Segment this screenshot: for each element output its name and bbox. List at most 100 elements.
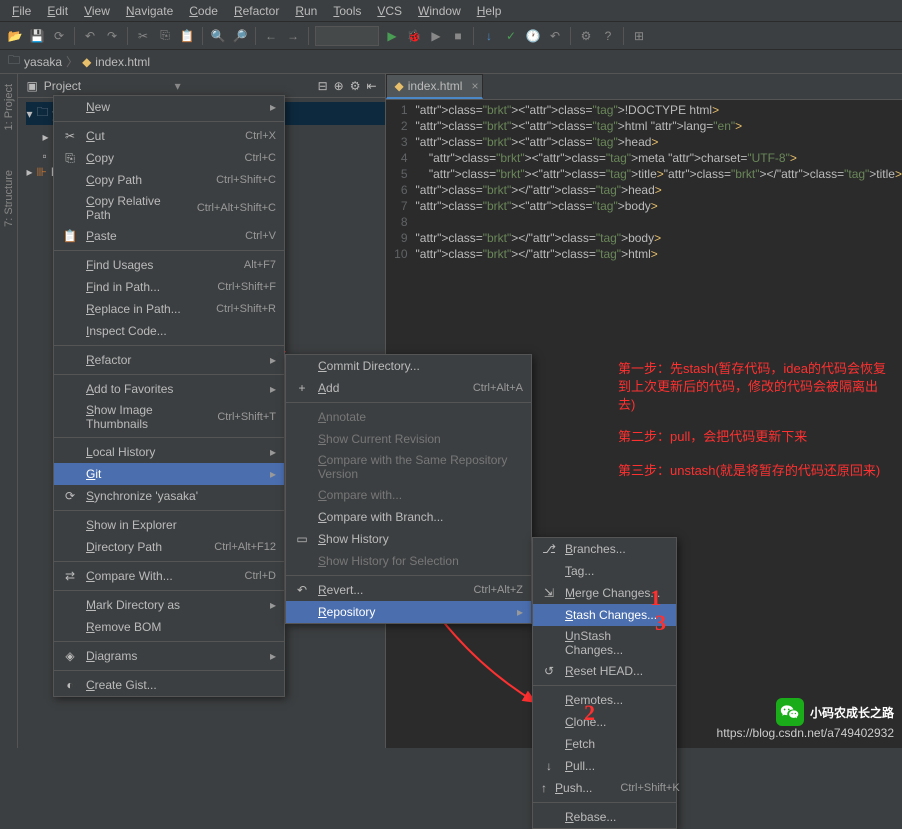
menu-item-branches[interactable]: ⎇Branches... <box>533 538 676 560</box>
structure-icon[interactable]: ⊞ <box>630 27 648 45</box>
locate-icon[interactable]: ⊕ <box>334 79 344 93</box>
menu-view[interactable]: View <box>76 2 118 20</box>
menu-navigate[interactable]: Navigate <box>118 2 181 20</box>
menu-run[interactable]: Run <box>287 2 325 20</box>
expand-icon[interactable]: ▾ <box>26 107 32 121</box>
menu-help[interactable]: Help <box>469 2 510 20</box>
menu-item-reset-head[interactable]: ↺Reset HEAD... <box>533 660 676 682</box>
menu-item-find-usages[interactable]: Find UsagesAlt+F7 <box>54 254 284 276</box>
menu-item-paste[interactable]: 📋PasteCtrl+V <box>54 225 284 247</box>
menu-item-diagrams[interactable]: ◈Diagrams▸ <box>54 645 284 667</box>
settings-icon[interactable]: ⚙ <box>577 27 595 45</box>
menu-vcs[interactable]: VCS <box>369 2 410 20</box>
breadcrumb-folder[interactable]: yasaka <box>24 55 62 69</box>
menu-item-pull[interactable]: ↓Pull... <box>533 755 676 777</box>
menu-item-repository[interactable]: Repository▸ <box>286 601 531 623</box>
watermark-title: 小码农成长之路 <box>810 704 894 721</box>
red-number-3: 3 <box>655 610 666 636</box>
forward-icon[interactable]: → <box>284 27 302 45</box>
menu-refactor[interactable]: Refactor <box>226 2 287 20</box>
menu-item-cut[interactable]: ✂CutCtrl+X <box>54 125 284 147</box>
menu-item-compare-with[interactable]: ⇄Compare With...Ctrl+D <box>54 565 284 587</box>
redo-icon[interactable]: ↷ <box>103 27 121 45</box>
breadcrumb-file[interactable]: index.html <box>95 55 150 69</box>
find-icon[interactable]: 🔍 <box>209 27 227 45</box>
menu-item-show-current-revision: Show Current Revision <box>286 428 531 450</box>
menu-item-show-history[interactable]: ▭Show History <box>286 528 531 550</box>
expand-icon[interactable]: ▸ <box>42 130 48 144</box>
menu-item-compare-with-branch[interactable]: Compare with Branch... <box>286 506 531 528</box>
menu-item-fetch[interactable]: Fetch <box>533 733 676 755</box>
run-config-combo[interactable] <box>315 26 379 46</box>
refresh-icon[interactable]: ⟳ <box>50 27 68 45</box>
menu-item-revert[interactable]: ↶Revert...Ctrl+Alt+Z <box>286 579 531 601</box>
menu-item-copy-path[interactable]: Copy PathCtrl+Shift+C <box>54 169 284 191</box>
vcs-update-icon[interactable]: ↓ <box>480 27 498 45</box>
back-icon[interactable]: ← <box>262 27 280 45</box>
menu-file[interactable]: File <box>4 2 39 20</box>
paste-icon[interactable]: 📋 <box>178 27 196 45</box>
help-icon[interactable]: ? <box>599 27 617 45</box>
watermark-url: https://blog.csdn.net/a749402932 <box>717 726 894 740</box>
menu-item-replace-in-path[interactable]: Replace in Path...Ctrl+Shift+R <box>54 298 284 320</box>
save-icon[interactable]: 💾 <box>28 27 46 45</box>
menu-item-tag[interactable]: Tag... <box>533 560 676 582</box>
chevron-right-icon: ▸ <box>270 598 276 612</box>
menu-code[interactable]: Code <box>181 2 226 20</box>
coverage-icon[interactable]: ▶ <box>427 27 445 45</box>
left-tool-gutter: 1: Project 7: Structure <box>0 74 18 748</box>
menu-item-git[interactable]: Git▸ <box>54 463 284 485</box>
menu-item-refactor[interactable]: Refactor▸ <box>54 349 284 371</box>
menu-item-local-history[interactable]: Local History▸ <box>54 441 284 463</box>
menu-item-synchronize-yasaka[interactable]: ⟳Synchronize 'yasaka' <box>54 485 284 507</box>
chevron-down-icon[interactable]: ▾ <box>175 79 181 93</box>
menu-item-copy-relative-path[interactable]: Copy Relative PathCtrl+Alt+Shift+C <box>54 191 284 225</box>
replace-icon[interactable]: 🔎 <box>231 27 249 45</box>
menu-item-show-image-thumbnails[interactable]: Show Image ThumbnailsCtrl+Shift+T <box>54 400 284 434</box>
menu-tools[interactable]: Tools <box>325 2 369 20</box>
menu-item-show-in-explorer[interactable]: Show in Explorer <box>54 514 284 536</box>
menu-item-add[interactable]: +AddCtrl+Alt+A <box>286 377 531 399</box>
vcs-commit-icon[interactable]: ✓ <box>502 27 520 45</box>
menu-item-find-in-path[interactable]: Find in Path...Ctrl+Shift+F <box>54 276 284 298</box>
tab-label: index.html <box>408 79 463 93</box>
menu-item-rebase[interactable]: Rebase... <box>533 806 676 828</box>
debug-icon[interactable]: 🐞 <box>405 27 423 45</box>
gear-icon[interactable]: ⚙ <box>350 79 361 93</box>
stop-icon[interactable]: ■ <box>449 27 467 45</box>
close-icon[interactable]: × <box>471 79 478 93</box>
context-menu-repository: ⎇Branches...Tag...⇲Merge Changes...Stash… <box>532 537 677 829</box>
open-icon[interactable]: 📂 <box>6 27 24 45</box>
run-icon[interactable]: ▶ <box>383 27 401 45</box>
menu-item-new[interactable]: New▸ <box>54 96 284 118</box>
cut-icon[interactable]: ✂ <box>134 27 152 45</box>
menu-item-inspect-code[interactable]: Inspect Code... <box>54 320 284 342</box>
menu-item-directory-path[interactable]: Directory PathCtrl+Alt+F12 <box>54 536 284 558</box>
undo-icon[interactable]: ↶ <box>81 27 99 45</box>
menu-window[interactable]: Window <box>410 2 469 20</box>
copy-icon[interactable]: ⎘ <box>156 27 174 45</box>
hide-icon[interactable]: ⇤ <box>366 79 376 93</box>
editor-tab[interactable]: ◆ index.html × <box>386 74 484 99</box>
vcs-history-icon[interactable]: 🕐 <box>524 27 542 45</box>
expand-icon[interactable]: ▸ <box>26 165 32 179</box>
menu-item-mark-directory-as[interactable]: Mark Directory as▸ <box>54 594 284 616</box>
menu-item-remove-bom[interactable]: Remove BOM <box>54 616 284 638</box>
chevron-right-icon: ▸ <box>517 605 523 619</box>
annotation-step3: 第三步：unstash(就是将暂存的代码还原回来) <box>618 462 888 480</box>
menu-item-push[interactable]: ↑Push...Ctrl+Shift+K <box>533 777 676 799</box>
menu-item-copy[interactable]: ⎘CopyCtrl+C <box>54 147 284 169</box>
collapse-icon[interactable]: ⊟ <box>318 79 328 93</box>
menu-item-clone[interactable]: Clone... <box>533 711 676 733</box>
menu-item-add-to-favorites[interactable]: Add to Favorites▸ <box>54 378 284 400</box>
code-editor[interactable]: 12345678910 "attr">class="brkt"><"attr">… <box>386 100 902 262</box>
menu-edit[interactable]: Edit <box>39 2 76 20</box>
project-tab[interactable]: 1: Project <box>3 84 15 130</box>
vcs-revert-icon[interactable]: ↶ <box>546 27 564 45</box>
menu-item-remotes[interactable]: Remotes... <box>533 689 676 711</box>
compare-with--icon: ⇄ <box>62 569 78 583</box>
synchronize-yasaka--icon: ⟳ <box>62 489 78 503</box>
structure-tab[interactable]: 7: Structure <box>3 170 15 227</box>
menu-item-commit-directory[interactable]: Commit Directory... <box>286 355 531 377</box>
menu-item-create-gist[interactable]: ◐Create Gist... <box>54 674 284 696</box>
